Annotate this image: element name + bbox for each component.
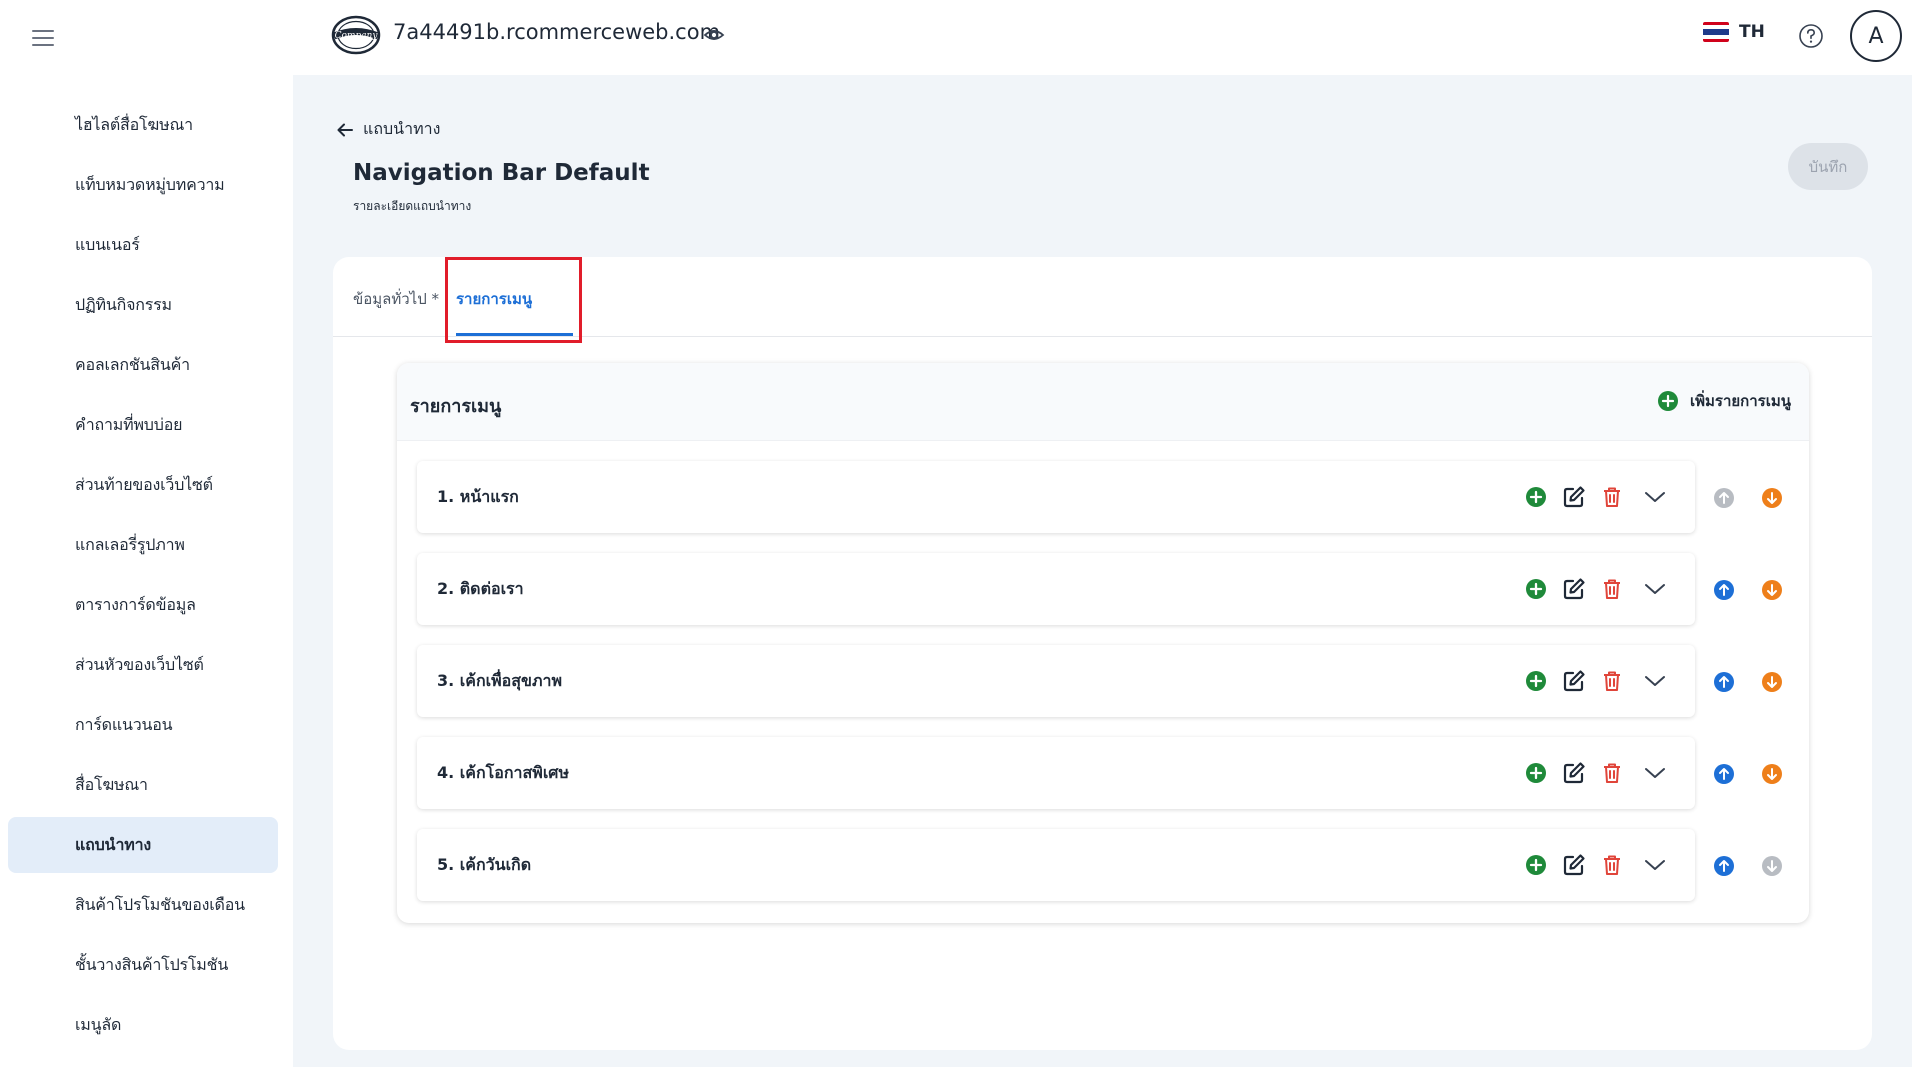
add-submenu-icon[interactable] [1524, 577, 1548, 601]
trash-icon[interactable] [1600, 853, 1624, 877]
sidebar-item-15[interactable]: ชั้นวางสินค้าโปรโมชัน [8, 937, 278, 993]
sidebar-item-9[interactable]: ตารางการ์ดข้อมูล [8, 577, 278, 633]
sidebar-item-1[interactable]: ไฮไลต์สื่อโฆษณา [8, 97, 278, 153]
company-logo: Company [331, 15, 381, 55]
add-submenu-icon[interactable] [1524, 485, 1548, 509]
sidebar-item-3[interactable]: แบนเนอร์ [8, 217, 278, 273]
menu-item-label: 1. หน้าแรก [437, 487, 519, 506]
sidebar-nav: ไฮไลต์สื่อโฆษณา แท็บหมวดหมู่บทความ แบนเนอร… [8, 97, 278, 1057]
trash-icon[interactable] [1600, 761, 1624, 785]
eye-icon[interactable] [703, 26, 725, 44]
edit-icon[interactable] [1562, 853, 1586, 877]
move-down-icon[interactable] [1761, 579, 1783, 601]
language-code: TH [1739, 22, 1765, 42]
move-up-icon[interactable] [1713, 671, 1735, 693]
sidebar: ไฮไลต์สื่อโฆษณา แท็บหมวดหมู่บทความ แบนเนอร… [0, 0, 293, 1067]
edit-icon[interactable] [1562, 485, 1586, 509]
menu-item-label: 3. เค้กเพื่อสุขภาพ [437, 671, 563, 690]
thailand-flag-icon [1703, 22, 1729, 42]
back-link[interactable]: แถบนำทาง [337, 117, 440, 142]
site-domain[interactable]: 7a44491b.rcommerceweb.com [393, 20, 720, 44]
chevron-down-icon[interactable] [1643, 577, 1667, 601]
add-submenu-icon[interactable] [1524, 853, 1548, 877]
menu-item-row: 5. เค้กวันเกิด [417, 829, 1695, 901]
sidebar-item-13[interactable]: แถบนำทาง [8, 817, 278, 873]
move-up-icon[interactable] [1713, 763, 1735, 785]
menu-item-row: 1. หน้าแรก [417, 461, 1695, 533]
trash-icon[interactable] [1600, 577, 1624, 601]
sidebar-item-14[interactable]: สินค้าโปรโมชันของเดือน [8, 877, 278, 933]
sidebar-item-10[interactable]: ส่วนหัวของเว็บไซต์ [8, 637, 278, 693]
menu-panel-header: รายการเมนู เพิ่มรายการเมนู [397, 363, 1809, 441]
move-up-icon[interactable] [1713, 487, 1735, 509]
menu-items-panel: รายการเมนู เพิ่มรายการเมนู 1. หน้าแรก 2. … [397, 363, 1809, 923]
hamburger-menu-icon[interactable] [32, 30, 54, 48]
move-down-icon[interactable] [1761, 487, 1783, 509]
trash-icon[interactable] [1600, 485, 1624, 509]
menu-item-row: 3. เค้กเพื่อสุขภาพ [417, 645, 1695, 717]
tab-bar: ข้อมูลทั่วไป * รายการเมนู [333, 257, 1872, 343]
help-icon[interactable] [1798, 23, 1824, 49]
active-tab-indicator [456, 333, 573, 336]
add-menu-item-label: เพิ่มรายการเมนู [1689, 392, 1791, 410]
tab-general-info[interactable]: ข้อมูลทั่วไป * [353, 287, 439, 311]
menu-panel-title: รายการเมนู [410, 396, 502, 417]
content-card: ข้อมูลทั่วไป * รายการเมนู รายการเมนู เพิ… [333, 257, 1872, 1050]
move-up-icon[interactable] [1713, 855, 1735, 877]
user-avatar[interactable]: A [1850, 10, 1902, 62]
language-selector[interactable]: TH [1703, 22, 1765, 42]
arrow-left-icon [337, 123, 353, 136]
sidebar-item-6[interactable]: คำถามที่พบบ่อย [8, 397, 278, 453]
svg-text:Company: Company [335, 31, 379, 41]
add-submenu-icon[interactable] [1524, 761, 1548, 785]
sidebar-item-2[interactable]: แท็บหมวดหมู่บทความ [8, 157, 278, 213]
sidebar-item-11[interactable]: การ์ดแนวนอน [8, 697, 278, 753]
top-header: Company 7a44491b.rcommerceweb.com TH A [293, 0, 1912, 75]
move-up-icon[interactable] [1713, 579, 1735, 601]
sidebar-item-7[interactable]: ส่วนท้ายของเว็บไซต์ [8, 457, 278, 513]
back-link-label: แถบนำทาง [363, 119, 441, 138]
edit-icon[interactable] [1562, 577, 1586, 601]
plus-circle-icon [1657, 391, 1678, 411]
add-submenu-icon[interactable] [1524, 669, 1548, 693]
menu-item-label: 4. เค้กโอกาสพิเศษ [437, 763, 569, 782]
save-button[interactable]: บันทึก [1788, 143, 1868, 190]
chevron-down-icon[interactable] [1643, 669, 1667, 693]
move-down-icon[interactable] [1761, 855, 1783, 877]
chevron-down-icon[interactable] [1643, 853, 1667, 877]
menu-item-label: 2. ติดต่อเรา [437, 579, 524, 598]
move-down-icon[interactable] [1761, 763, 1783, 785]
page-title: Navigation Bar Default [353, 160, 650, 186]
menu-item-row: 4. เค้กโอกาสพิเศษ [417, 737, 1695, 809]
menu-item-label: 5. เค้กวันเกิด [437, 855, 532, 874]
chevron-down-icon[interactable] [1643, 485, 1667, 509]
sidebar-item-5[interactable]: คอลเลกชันสินค้า [8, 337, 278, 393]
move-down-icon[interactable] [1761, 671, 1783, 693]
edit-icon[interactable] [1562, 669, 1586, 693]
edit-icon[interactable] [1562, 761, 1586, 785]
sidebar-item-8[interactable]: แกลเลอรี่รูปภาพ [8, 517, 278, 573]
chevron-down-icon[interactable] [1643, 761, 1667, 785]
page-subtitle: รายละเอียดแถบนำทาง [353, 199, 472, 213]
sidebar-item-4[interactable]: ปฏิทินกิจกรรม [8, 277, 278, 333]
menu-item-row: 2. ติดต่อเรา [417, 553, 1695, 625]
sidebar-item-16[interactable]: เมนูลัด [8, 997, 278, 1053]
sidebar-item-12[interactable]: สื่อโฆษณา [8, 757, 278, 813]
trash-icon[interactable] [1600, 669, 1624, 693]
add-menu-item-button[interactable]: เพิ่มรายการเมนู [1657, 389, 1791, 413]
tab-menu-items[interactable]: รายการเมนู [456, 287, 532, 311]
